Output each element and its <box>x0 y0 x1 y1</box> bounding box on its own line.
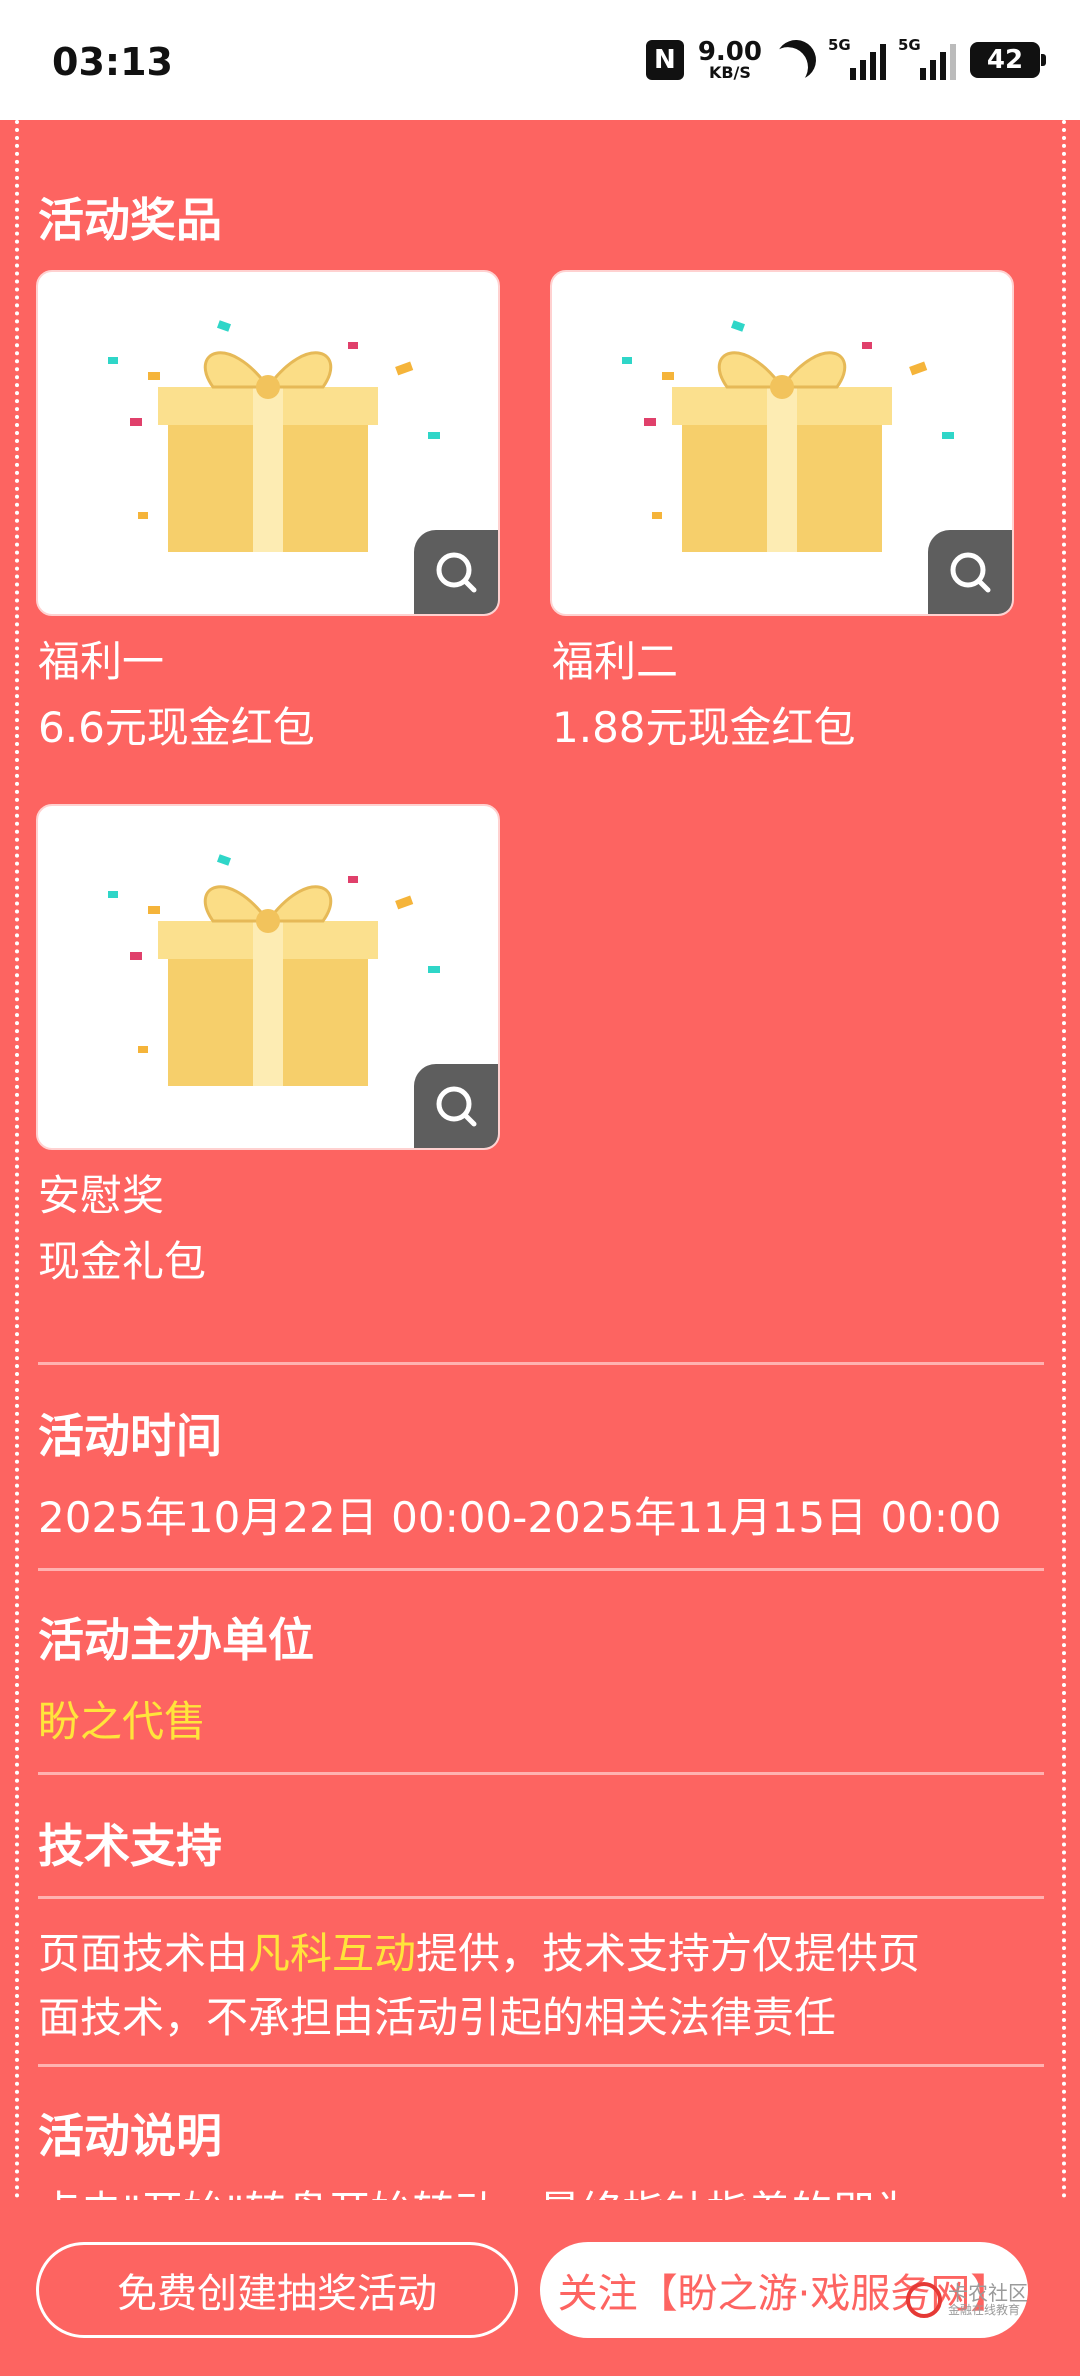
network-speed-unit: KB/S <box>708 63 751 82</box>
organizer-link[interactable]: 盼之代售 <box>38 1688 206 1749</box>
watermark-logo-icon <box>906 2282 942 2318</box>
prize-name: 福利一 <box>38 637 165 686</box>
description-title: 活动说明 <box>38 2109 222 2163</box>
prize-card[interactable] <box>550 270 1014 616</box>
watermark-brand: 卡农社区 <box>948 2281 1028 2306</box>
tech-text-line1: 页面技术由凡科互动提供，技术支持方仅提供页 <box>38 1920 920 1981</box>
search-icon <box>436 1086 477 1127</box>
prizes-title: 活动奖品 <box>38 193 222 247</box>
signal-label: 5G <box>828 36 851 54</box>
nfc-icon: N <box>645 40 684 80</box>
zoom-button[interactable] <box>414 1064 498 1148</box>
divider <box>38 1362 1044 1365</box>
divider <box>38 1772 1044 1775</box>
tech-title: 技术支持 <box>38 1819 222 1873</box>
signal-icon-sim2: 5G <box>898 36 956 80</box>
prize-card[interactable] <box>36 804 500 1150</box>
divider <box>38 1896 1044 1899</box>
search-icon <box>436 552 477 593</box>
time-title: 活动时间 <box>38 1409 222 1463</box>
prize-desc: 1.88元现金红包 <box>552 703 856 752</box>
battery-icon: 42 <box>970 42 1046 78</box>
create-lottery-button[interactable]: 免费创建抽奖活动 <box>36 2242 518 2338</box>
status-bar: 03:13 N 9.00 KB/S 5G 5G 42 <box>0 0 1080 120</box>
search-icon <box>950 552 991 593</box>
watermark-text: 卡农社区 金融在线教育 <box>948 2282 1028 2317</box>
dotted-border-left <box>15 120 19 2200</box>
network-speed-value: 9.00 <box>697 37 762 67</box>
tech-text-prefix: 页面技术由 <box>38 1929 249 1978</box>
network-speed: 9.00 KB/S <box>698 39 762 81</box>
prize-name: 福利二 <box>552 637 679 686</box>
watermark-sub: 金融在线教育 <box>948 2303 1021 2318</box>
tech-provider-link[interactable]: 凡科互动 <box>248 1929 416 1978</box>
status-icons: N 9.00 KB/S 5G 5G 42 <box>645 34 1046 85</box>
prize-desc: 现金礼包 <box>38 1237 207 1286</box>
prize-card[interactable] <box>36 270 500 616</box>
divider <box>38 1568 1044 1571</box>
zoom-button[interactable] <box>928 530 1012 614</box>
watermark: 卡农社区 金融在线教育 <box>906 2272 1046 2328</box>
organizer-title: 活动主办单位 <box>38 1613 314 1667</box>
prize-name: 安慰奖 <box>38 1171 165 1220</box>
zoom-button[interactable] <box>414 530 498 614</box>
status-time: 03:13 <box>52 40 173 84</box>
time-value: 2025年10月22日 00:00-2025年11月15日 00:00 <box>38 1493 1002 1542</box>
signal-label: 5G <box>898 36 921 54</box>
dotted-border-right <box>1062 120 1066 2200</box>
divider <box>38 2064 1044 2067</box>
prize-desc: 6.6元现金红包 <box>38 703 315 752</box>
signal-icon-sim1: 5G <box>828 36 886 80</box>
tech-text-line2: 面技术，不承担由活动引起的相关法律责任 <box>38 1993 837 2042</box>
bottom-bar: 免费创建抽奖活动 关注【盼之游·戏服务网】 卡农社区 金融在线教育 <box>0 2200 1080 2376</box>
do-not-disturb-icon <box>770 34 821 85</box>
tech-text-suffix: 提供，技术支持方仅提供页 <box>416 1929 921 1978</box>
